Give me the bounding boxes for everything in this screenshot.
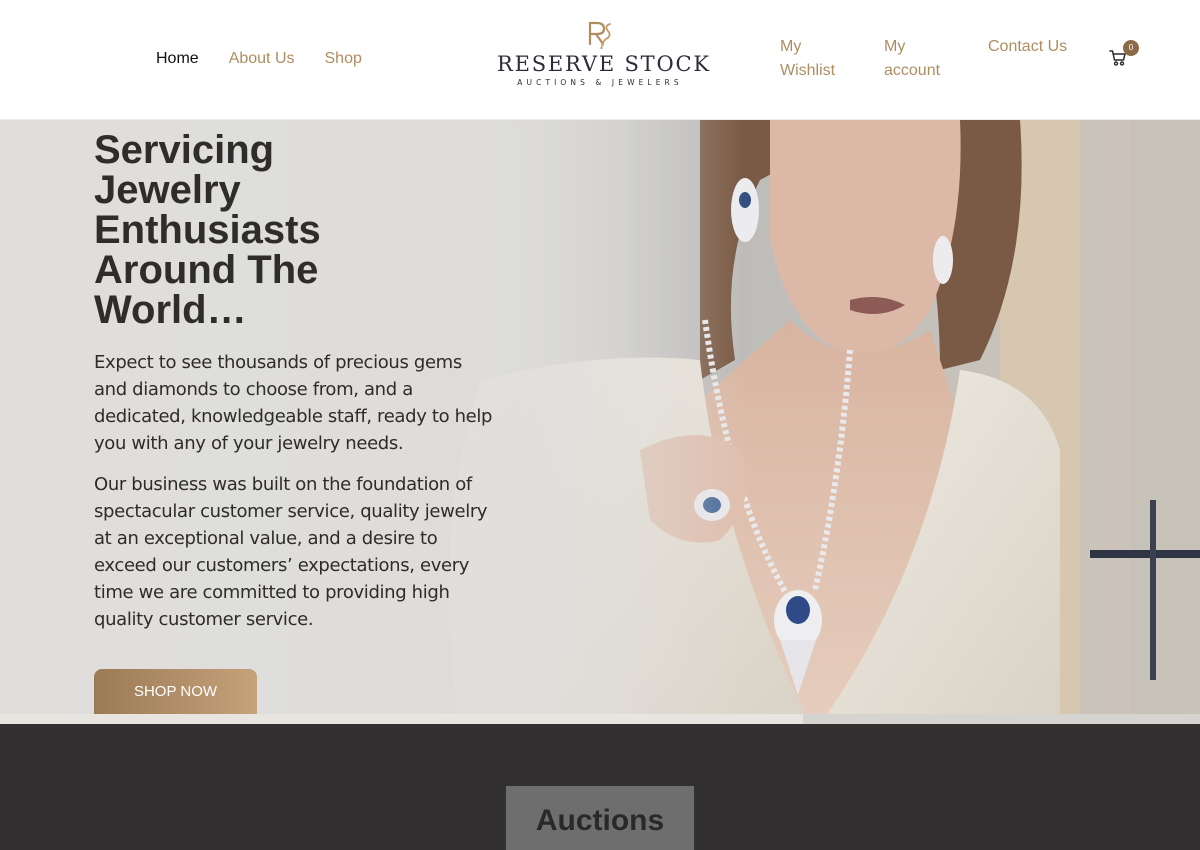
- auctions-section: Auctions: [0, 724, 1200, 850]
- logo-wordmark: RESERVE STOCK: [497, 52, 711, 76]
- nav-shop-link[interactable]: Shop: [325, 49, 362, 69]
- primary-nav-left: Home About Us Shop: [156, 49, 362, 69]
- hero-intro-paragraph: Expect to see thousands of precious gems…: [94, 352, 493, 454]
- site-header: Home About Us Shop RESERVE STOCK AUCTION…: [0, 0, 1200, 120]
- hero-section: Servicing Jewelry Enthusiasts Around The…: [0, 120, 1200, 724]
- nav-home-link[interactable]: Home: [156, 49, 199, 69]
- monogram-logo-icon: [588, 21, 611, 50]
- logo-tagline: AUCTIONS & JEWELERS: [517, 78, 683, 87]
- nav-account-link[interactable]: My account: [884, 35, 964, 83]
- nav-about-link[interactable]: About Us: [229, 49, 295, 69]
- hero-heading: Servicing Jewelry Enthusiasts Around The…: [94, 128, 321, 332]
- hero-service-paragraph: Our business was built on the foundation…: [94, 474, 488, 630]
- site-logo[interactable]: RESERVE STOCK AUCTIONS & JEWELERS: [497, 20, 711, 98]
- nav-wishlist-link[interactable]: My Wishlist: [780, 35, 860, 83]
- shop-now-button[interactable]: SHOP NOW: [94, 669, 257, 714]
- nav-contact-link[interactable]: Contact Us: [988, 35, 1068, 59]
- auctions-tab[interactable]: Auctions: [506, 786, 694, 850]
- cart-button[interactable]: 0: [1109, 40, 1139, 69]
- cart-count-badge: 0: [1123, 40, 1139, 56]
